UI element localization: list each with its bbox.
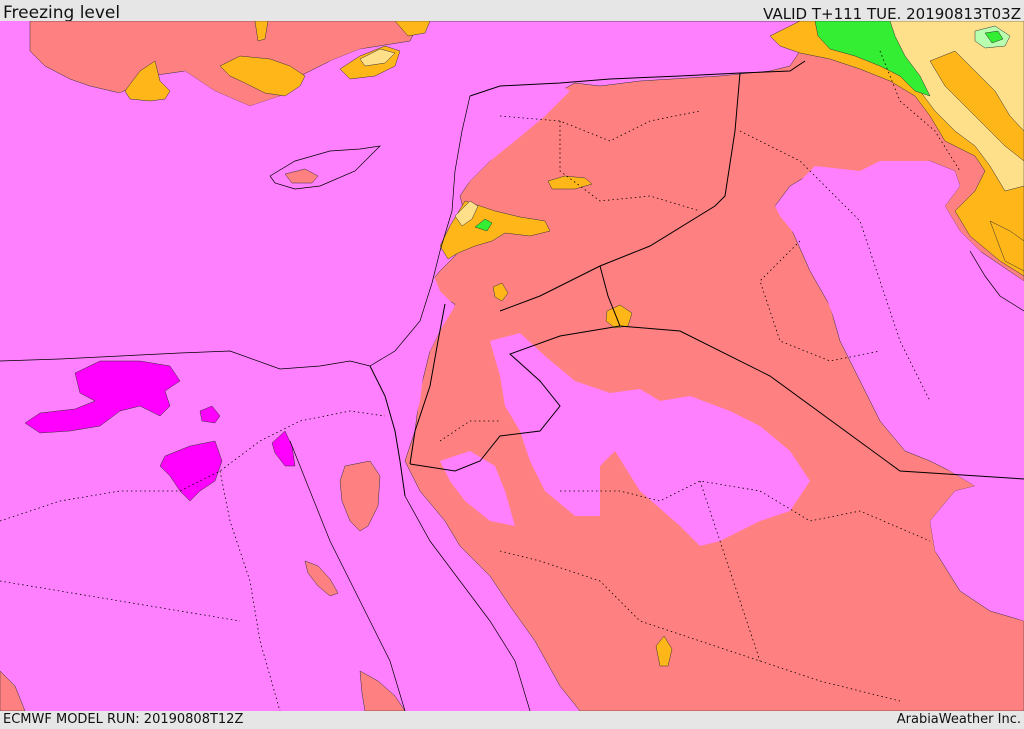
- map-title: Freezing level: [3, 3, 121, 23]
- header-bar: Freezing level VALID T+111 TUE. 20190813…: [0, 0, 1024, 23]
- map-window: Freezing level VALID T+111 TUE. 20190813…: [0, 0, 1024, 729]
- model-run-label: ECMWF MODEL RUN: 20190808T12Z: [3, 712, 244, 727]
- credit-label: ArabiaWeather Inc.: [896, 712, 1021, 727]
- footer-bar: ECMWF MODEL RUN: 20190808T12Z ArabiaWeat…: [0, 711, 1024, 729]
- freezing-level-map[interactable]: [0, 21, 1024, 711]
